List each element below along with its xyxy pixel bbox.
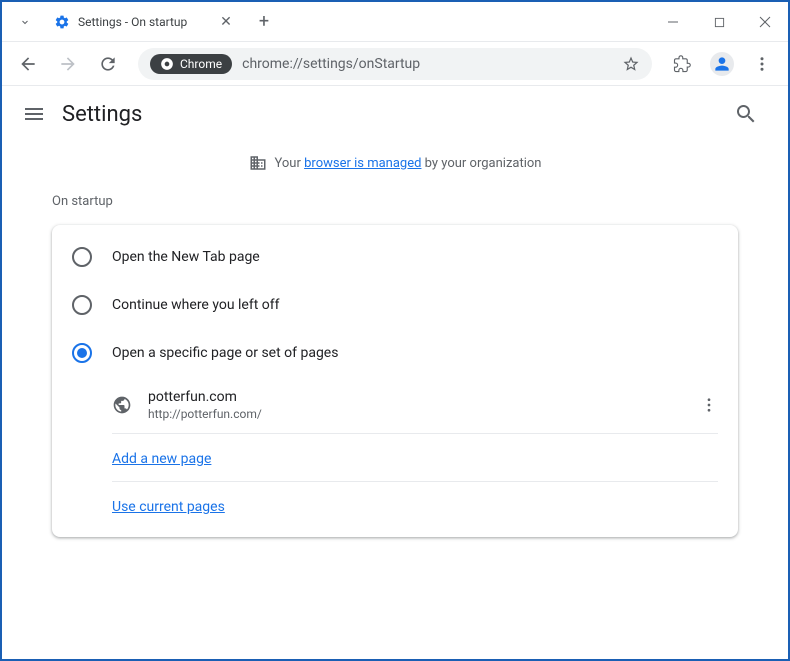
person-icon (712, 54, 732, 74)
chevron-down-icon (19, 16, 31, 28)
startup-pages-list: potterfun.com http://potterfun.com/ Add … (112, 377, 718, 529)
bookmark-button[interactable] (622, 55, 640, 73)
radio-label: Open the New Tab page (112, 249, 260, 265)
radio-new-tab[interactable]: Open the New Tab page (52, 233, 738, 281)
on-startup-section: On startup Open the New Tab page Continu… (2, 184, 788, 547)
reload-button[interactable] (90, 46, 126, 82)
chrome-chip-label: Chrome (180, 57, 222, 71)
search-settings-button[interactable] (734, 102, 758, 126)
maximize-button[interactable] (696, 2, 742, 42)
window-controls (650, 2, 788, 42)
url-text: chrome://settings/onStartup (242, 56, 622, 72)
page-title: Settings (62, 102, 734, 127)
title-bar: Settings - On startup ✕ + (2, 2, 788, 42)
tabs-dropdown[interactable] (10, 7, 40, 37)
add-page-link[interactable]: Add a new page (112, 451, 211, 467)
radio-continue[interactable]: Continue where you left off (52, 281, 738, 329)
more-vert-icon (700, 396, 718, 414)
close-window-button[interactable] (742, 2, 788, 42)
use-current-row: Use current pages (112, 482, 718, 529)
forward-button[interactable] (50, 46, 86, 82)
extensions-button[interactable] (666, 48, 698, 80)
managed-prefix: Your (275, 156, 305, 171)
browser-tab[interactable]: Settings - On startup ✕ (44, 5, 244, 39)
search-icon (734, 102, 758, 126)
startup-page-item: potterfun.com http://potterfun.com/ (112, 377, 718, 434)
toolbar: Chrome chrome://settings/onStartup (2, 42, 788, 86)
page-text: potterfun.com http://potterfun.com/ (148, 389, 700, 421)
menu-button[interactable] (746, 48, 778, 80)
page-more-button[interactable] (700, 396, 718, 414)
page-url: http://potterfun.com/ (148, 407, 700, 421)
chrome-chip: Chrome (150, 54, 232, 74)
managed-notice: Your browser is managed by your organiza… (2, 142, 788, 184)
radio-label: Open a specific page or set of pages (112, 345, 338, 361)
startup-card: Open the New Tab page Continue where you… (52, 225, 738, 537)
content-area: Settings Your browser is managed by your… (2, 86, 788, 659)
settings-header: Settings (2, 86, 788, 142)
page-domain: potterfun.com (148, 389, 700, 405)
managed-link[interactable]: browser is managed (304, 156, 421, 171)
building-icon (249, 154, 267, 172)
use-current-link[interactable]: Use current pages (112, 499, 225, 515)
hamburger-menu[interactable] (22, 102, 46, 126)
chrome-icon (160, 57, 174, 71)
section-title: On startup (52, 194, 738, 209)
radio-label: Continue where you left off (112, 297, 280, 313)
managed-suffix: by your organization (421, 156, 541, 171)
radio-icon (72, 247, 92, 267)
tab-close-button[interactable]: ✕ (218, 14, 234, 30)
minimize-button[interactable] (650, 2, 696, 42)
tab-title: Settings - On startup (78, 15, 210, 29)
new-tab-button[interactable]: + (250, 8, 278, 36)
globe-icon (112, 395, 132, 415)
add-page-row: Add a new page (112, 434, 718, 482)
back-button[interactable] (10, 46, 46, 82)
address-bar[interactable]: Chrome chrome://settings/onStartup (138, 48, 652, 80)
gear-icon (54, 14, 70, 30)
radio-specific-pages[interactable]: Open a specific page or set of pages (52, 329, 738, 377)
radio-icon (72, 295, 92, 315)
radio-icon (72, 343, 92, 363)
profile-button[interactable] (706, 48, 738, 80)
